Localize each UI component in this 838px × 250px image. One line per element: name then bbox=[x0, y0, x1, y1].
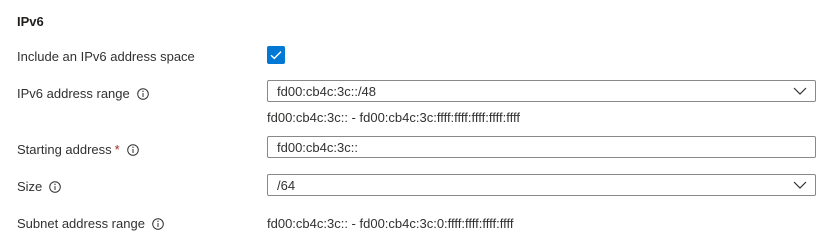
include-ipv6-label-text: Include an IPv6 address space bbox=[17, 49, 195, 64]
starting-address-value: fd00:cb4c:3c:: bbox=[277, 139, 358, 155]
size-dropdown[interactable]: /64 bbox=[267, 174, 816, 196]
info-icon[interactable] bbox=[152, 217, 164, 230]
ipv6-address-range-label-text: IPv6 address range bbox=[17, 86, 130, 101]
required-marker: * bbox=[114, 142, 120, 157]
starting-address-label: Starting address * bbox=[17, 142, 139, 157]
size-label: Size bbox=[17, 179, 62, 194]
section-title: IPv6 bbox=[17, 14, 44, 29]
subnet-address-range-label: Subnet address range bbox=[17, 216, 164, 231]
include-ipv6-label: Include an IPv6 address space bbox=[17, 49, 195, 64]
chevron-down-icon bbox=[793, 180, 807, 190]
starting-address-input[interactable]: fd00:cb4c:3c:: bbox=[267, 136, 816, 158]
ipv6-address-range-value: fd00:cb4c:3c::/48 bbox=[277, 83, 377, 99]
info-icon[interactable] bbox=[136, 87, 149, 100]
checkmark-icon bbox=[270, 51, 282, 60]
size-value: /64 bbox=[277, 177, 296, 193]
info-icon[interactable] bbox=[49, 180, 62, 193]
starting-address-label-text: Starting address bbox=[17, 142, 112, 157]
subnet-address-range-value: fd00:cb4c:3c:: - fd00:cb4c:3c:0:ffff:fff… bbox=[267, 216, 514, 231]
info-icon[interactable] bbox=[126, 143, 139, 156]
chevron-down-icon bbox=[793, 86, 807, 96]
subnet-address-range-label-text: Subnet address range bbox=[17, 216, 145, 231]
ipv6-range-text: fd00:cb4c:3c:: - fd00:cb4c:3c:ffff:ffff:… bbox=[267, 110, 520, 125]
size-label-text: Size bbox=[17, 179, 43, 194]
ipv6-address-range-label: IPv6 address range bbox=[17, 86, 149, 101]
ipv6-address-range-dropdown[interactable]: fd00:cb4c:3c::/48 bbox=[267, 80, 816, 102]
include-ipv6-checkbox[interactable] bbox=[267, 46, 285, 64]
